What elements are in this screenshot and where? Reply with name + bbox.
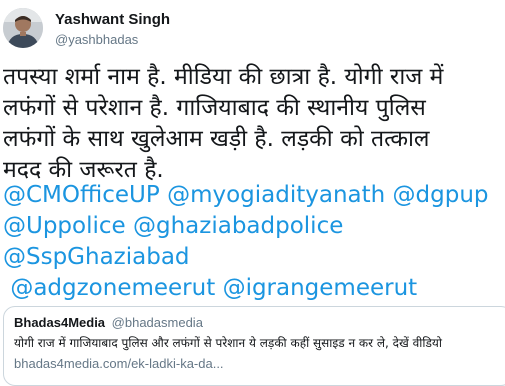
mentions-line: @SspGhaziabad [3,242,503,273]
mention-link[interactable]: @SspGhaziabad [3,244,190,270]
mentions-line: @adgzonemeerut @igrangemeerut [3,273,503,304]
quoted-tweet-author-handle: @bhadasmedia [111,315,203,330]
mention-link[interactable]: @igrangemeerut [223,275,418,301]
avatar-photo [3,8,43,48]
mention-link[interactable]: @CMOfficeUP [3,182,160,208]
tweet-text-line: लफंगों के साथ खुलेआम खड़ी है. लड़की को त… [3,126,430,152]
mentions-line: @Uppolice @ghaziabadpolice [3,211,503,242]
tweet-mentions: @CMOfficeUP @myogiadityanath @dgpup @Upp… [3,180,503,304]
author-display-name[interactable]: Yashwant Singh [55,11,170,28]
mention-link[interactable]: @myogiadityanath [167,182,385,208]
tweet-text-line: तपस्या शर्मा नाम है. मीडिया की छात्रा है… [3,64,444,90]
mention-link[interactable]: @ghaziabadpolice [133,213,343,239]
tweet-text: तपस्या शर्मा नाम है. मीडिया की छात्रा है… [3,62,503,186]
quoted-tweet-link[interactable]: bhadas4media.com/ek-ladki-ka-da... [14,356,224,371]
quoted-tweet-text: योगी राज में गाजियाबाद पुलिस और लफंगों स… [14,336,443,350]
mention-link[interactable]: @dgpup [393,182,489,208]
author-handle[interactable]: @yashbhadas [55,32,138,47]
quoted-tweet-header: Bhadas4Media @bhadasmedia [14,315,203,330]
quoted-tweet-card[interactable]: Bhadas4Media @bhadasmedia योगी राज में ग… [3,306,505,386]
mention-link[interactable]: @Uppolice [3,213,126,239]
avatar[interactable] [3,8,43,48]
mentions-line: @CMOfficeUP @myogiadityanath @dgpup [3,180,503,211]
tweet-text-line: लफंगों से परेशान है. गाजियाबाद की स्थानी… [3,95,426,121]
quoted-tweet-author-name: Bhadas4Media [14,315,106,330]
mention-link[interactable]: @adgzonemeerut [10,275,215,301]
